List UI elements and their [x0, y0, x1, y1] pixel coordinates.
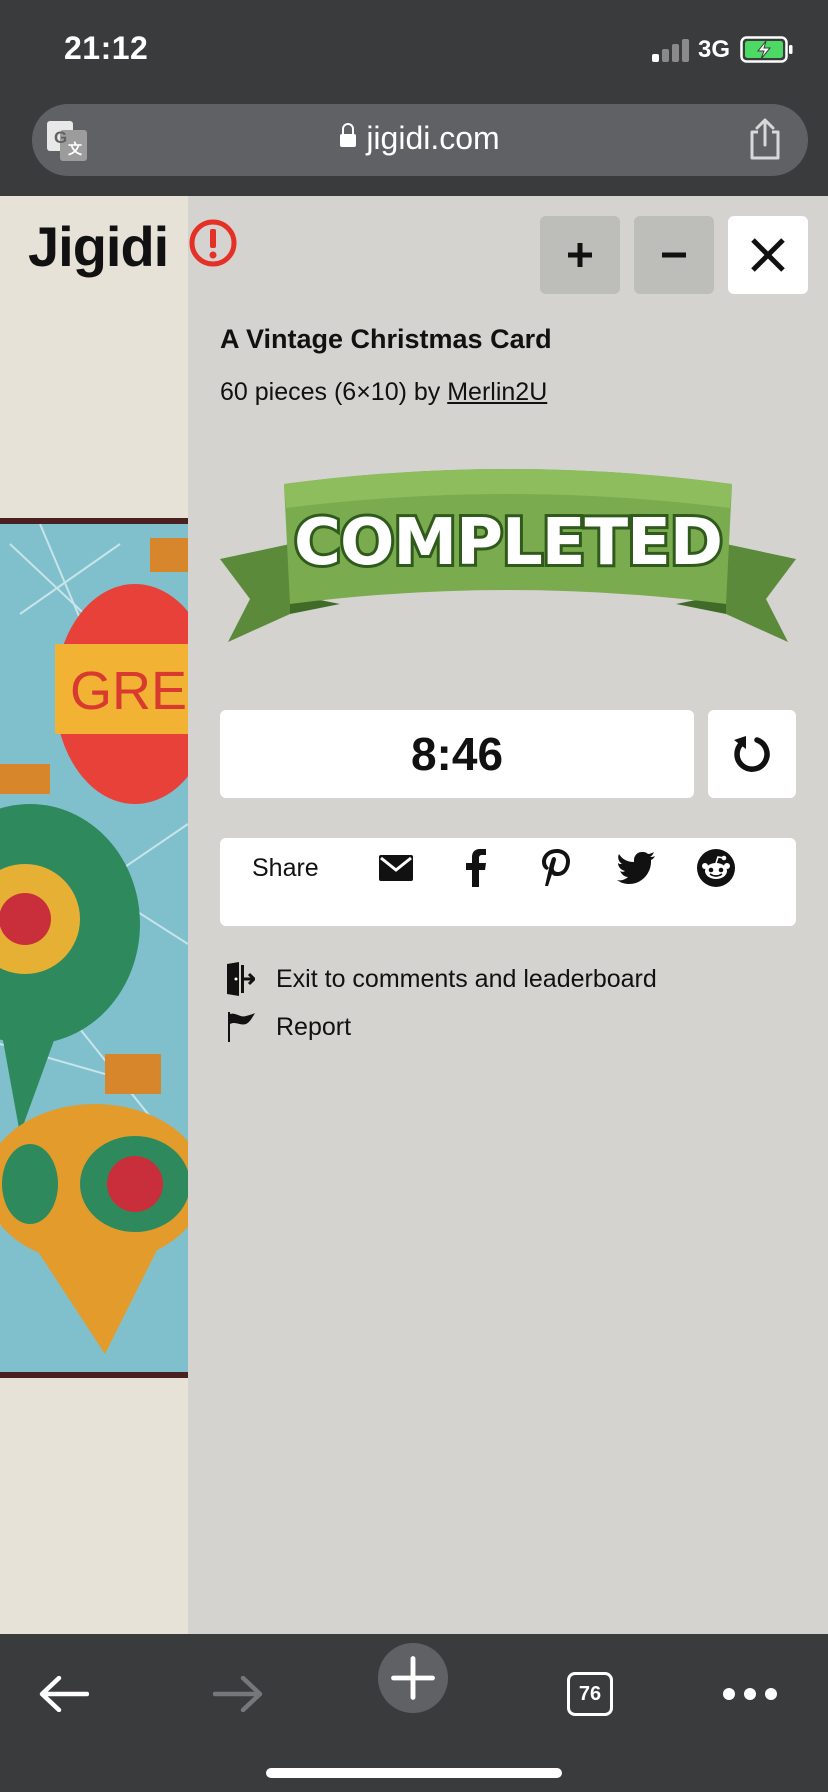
share-bar: Share	[220, 838, 796, 926]
new-tab-button[interactable]	[377, 1642, 449, 1714]
alert-icon[interactable]	[188, 218, 238, 268]
address-bar[interactable]: G 文 jigidi.com	[32, 104, 808, 176]
url-display[interactable]: jigidi.com	[32, 120, 808, 157]
jigidi-logo[interactable]: Jigidi	[28, 214, 169, 279]
tabs-count: 76	[567, 1672, 613, 1716]
url-text: jigidi.com	[366, 120, 500, 156]
back-arrow-icon	[39, 1676, 89, 1712]
completed-banner-text: COMPLETED	[294, 506, 722, 580]
lock-icon	[340, 123, 357, 150]
network-type: 3G	[698, 36, 731, 63]
puzzle-meta: 60 pieces (6×10) by Merlin2U	[220, 378, 547, 407]
completed-banner: COMPLETED	[220, 469, 796, 642]
status-time: 21:12	[64, 30, 149, 66]
share-icon[interactable]	[748, 118, 782, 160]
zoom-out-button[interactable]	[634, 216, 714, 294]
plus-circle-icon	[377, 1642, 449, 1714]
restart-button[interactable]	[708, 710, 796, 798]
ornament-text: GREET	[70, 661, 188, 721]
share-label: Share	[252, 854, 319, 882]
signal-icon	[652, 38, 692, 62]
more-dots-icon	[723, 1688, 777, 1700]
completion-time: 8:46	[220, 710, 694, 798]
exit-link[interactable]: Exit to comments and leaderboard	[224, 962, 657, 996]
tabs-button[interactable]: 76	[554, 1658, 626, 1730]
status-bar: 21:12 3G	[0, 0, 828, 98]
minus-icon	[662, 252, 686, 258]
web-page: GREET Jigidi	[0, 196, 828, 1634]
back-button[interactable]	[28, 1658, 100, 1730]
report-link[interactable]: Report	[224, 1010, 351, 1044]
close-button[interactable]	[728, 216, 808, 294]
more-menu-button[interactable]	[714, 1658, 786, 1730]
pinterest-icon[interactable]	[536, 848, 576, 888]
twitter-icon[interactable]	[616, 848, 656, 888]
mail-icon[interactable]	[376, 848, 416, 888]
facebook-icon[interactable]	[456, 848, 496, 888]
restart-icon	[734, 736, 770, 772]
puzzle-image[interactable]: GREET	[0, 518, 188, 1378]
ornaments-illustration: GREET	[0, 524, 188, 1372]
flag-icon	[224, 1010, 258, 1044]
close-icon	[751, 238, 785, 272]
exit-link-label: Exit to comments and leaderboard	[276, 964, 657, 993]
plus-icon	[568, 243, 592, 267]
puzzle-meta-text: 60 pieces (6×10) by	[220, 378, 441, 406]
home-indicator	[266, 1768, 562, 1778]
forward-arrow-icon	[213, 1676, 263, 1712]
forward-button[interactable]	[202, 1658, 274, 1730]
reddit-icon[interactable]	[696, 848, 736, 888]
puzzle-title: A Vintage Christmas Card	[220, 324, 552, 354]
battery-icon	[740, 36, 793, 63]
author-link[interactable]: Merlin2U	[447, 378, 547, 406]
exit-icon	[224, 962, 258, 996]
report-link-label: Report	[276, 1012, 352, 1041]
zoom-in-button[interactable]	[540, 216, 620, 294]
